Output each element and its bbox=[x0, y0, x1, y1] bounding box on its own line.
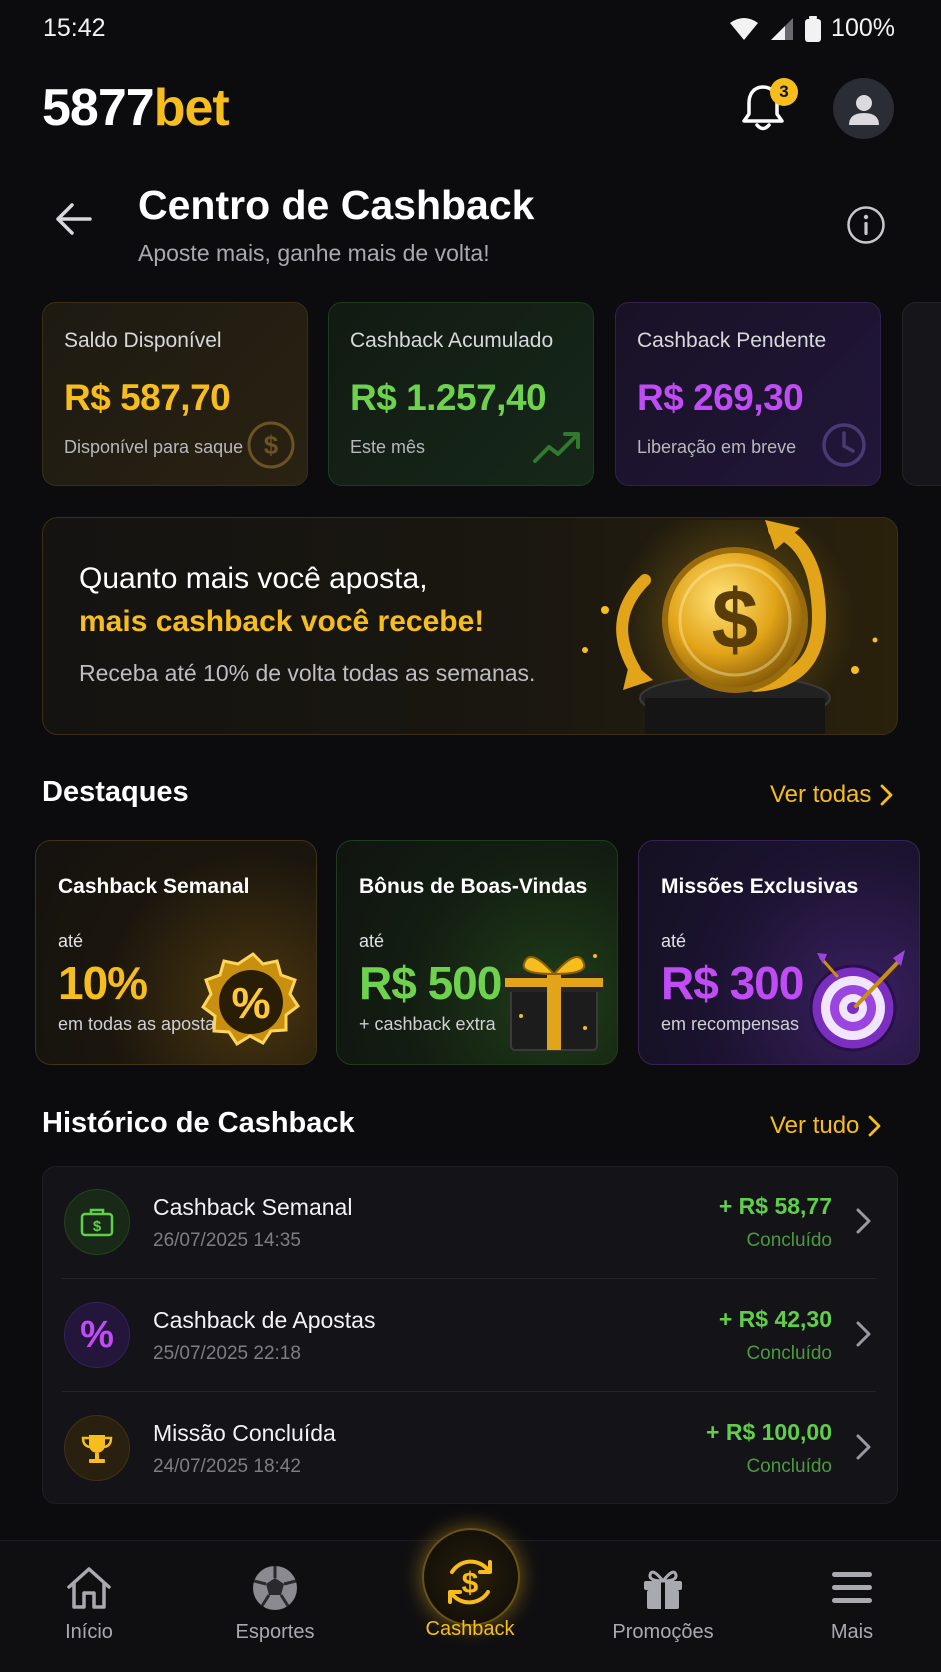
history-row-mission-completed[interactable]: Missão Concluída 24/07/2025 18:42 + R$ 1… bbox=[42, 1392, 898, 1504]
svg-text:$: $ bbox=[264, 430, 279, 460]
see-all-highlights-link[interactable]: Ver todas bbox=[770, 781, 893, 809]
history-row-weekly-cashback[interactable]: $ Cashback Semanal 26/07/2025 14:35 + R$… bbox=[42, 1166, 898, 1278]
nav-item-cashback[interactable]: $ Cashback bbox=[400, 1552, 540, 1641]
chevron-right-icon bbox=[856, 1208, 871, 1234]
nav-label: Cashback bbox=[425, 1618, 515, 1640]
svg-text:%: % bbox=[231, 979, 270, 1028]
highlights-title: Destaques bbox=[42, 776, 189, 808]
gift-icon bbox=[644, 1570, 682, 1609]
stat-label: Cashback Acumulado bbox=[350, 329, 554, 352]
info-icon bbox=[847, 206, 885, 244]
see-all-history-link[interactable]: Ver tudo bbox=[770, 1112, 881, 1140]
history-status: Concluído bbox=[746, 1456, 832, 1477]
cell-signal-icon bbox=[771, 17, 794, 40]
history-status: Concluído bbox=[746, 1230, 832, 1251]
history-title: Histórico de Cashback bbox=[42, 1107, 355, 1139]
target-icon bbox=[809, 950, 905, 1052]
history-icon-wrap bbox=[64, 1415, 130, 1481]
history-title: Cashback de Apostas bbox=[153, 1307, 376, 1333]
battery-icon bbox=[805, 15, 822, 42]
history-date: 26/07/2025 14:35 bbox=[153, 1230, 301, 1251]
history-amount: + R$ 42,30 bbox=[718, 1306, 832, 1332]
highlight-title: Bônus de Boas-Vindas bbox=[359, 875, 588, 898]
promo-headline: Quanto mais você aposta, bbox=[79, 562, 428, 595]
promo-description: Receba até 10% de volta todas as semanas… bbox=[79, 660, 536, 686]
avatar[interactable] bbox=[833, 78, 894, 139]
chevron-right-icon bbox=[856, 1434, 871, 1460]
highlight-title: Cashback Semanal bbox=[58, 875, 250, 898]
logo-accent: bet bbox=[153, 79, 230, 137]
chevron-right-icon bbox=[856, 1321, 871, 1347]
stat-card-next[interactable] bbox=[902, 302, 941, 486]
stat-value: R$ 587,70 bbox=[64, 377, 231, 418]
chevron-right-icon bbox=[881, 784, 893, 806]
trophy-icon bbox=[81, 1435, 113, 1463]
logo-primary: 5877 bbox=[42, 79, 155, 137]
nav-label: Esportes bbox=[235, 1621, 315, 1643]
stat-card-pending-cashback[interactable]: Cashback Pendente R$ 269,30 Liberação em… bbox=[615, 302, 881, 486]
percent-badge-icon: % bbox=[201, 952, 301, 1047]
info-button[interactable] bbox=[846, 205, 886, 245]
battery-percent: 100% bbox=[831, 14, 895, 42]
nav-item-sports[interactable]: Esportes bbox=[205, 1563, 345, 1644]
stat-label: Cashback Pendente bbox=[637, 329, 827, 352]
nav-label: Mais bbox=[830, 1621, 874, 1643]
svg-text:$: $ bbox=[712, 572, 759, 666]
back-button[interactable] bbox=[52, 198, 102, 248]
history-date: 24/07/2025 18:42 bbox=[153, 1456, 301, 1477]
highlight-card-exclusive-missions[interactable]: Missões Exclusivas até R$ 300 em recompe… bbox=[638, 840, 920, 1065]
stat-value: R$ 269,30 bbox=[637, 377, 804, 418]
see-all-label: Ver todas bbox=[770, 781, 872, 808]
brand-logo[interactable]: 5877bet bbox=[42, 78, 230, 138]
page-title: Centro de Cashback bbox=[138, 182, 535, 228]
percent-icon: % bbox=[80, 1313, 114, 1356]
highlight-card-weekly-cashback[interactable]: Cashback Semanal até 10% em todas as apo… bbox=[35, 840, 317, 1065]
history-title: Cashback Semanal bbox=[153, 1194, 353, 1220]
highlight-title: Missões Exclusivas bbox=[661, 875, 859, 898]
stat-value: R$ 1.257,40 bbox=[350, 377, 547, 418]
history-icon-wrap: % bbox=[64, 1302, 130, 1368]
history-status: Concluído bbox=[746, 1343, 832, 1364]
nav-label: Início bbox=[65, 1621, 113, 1643]
promo-highlight: mais cashback você recebe! bbox=[79, 605, 485, 638]
user-icon bbox=[848, 94, 879, 125]
dollar-coin-icon: $ bbox=[247, 421, 295, 469]
cashback-coin-icon: $ bbox=[582, 520, 878, 734]
nav-item-promotions[interactable]: Promoções bbox=[593, 1563, 733, 1644]
stat-card-available-balance[interactable]: Saldo Disponível R$ 587,70 Disponível pa… bbox=[42, 302, 308, 486]
history-amount: + R$ 58,77 bbox=[718, 1193, 832, 1219]
chevron-right-icon bbox=[869, 1115, 881, 1137]
status-time: 15:42 bbox=[43, 14, 106, 42]
svg-text:$: $ bbox=[462, 1567, 479, 1600]
home-icon bbox=[67, 1567, 111, 1609]
trend-up-icon bbox=[533, 432, 580, 463]
history-amount: + R$ 100,00 bbox=[706, 1419, 832, 1445]
history-title: Missão Concluída bbox=[153, 1420, 336, 1446]
nav-item-more[interactable]: Mais bbox=[782, 1563, 922, 1644]
cashback-icon: $ bbox=[448, 1559, 492, 1605]
status-indicators: 100% bbox=[729, 14, 895, 43]
nav-label: Promoções bbox=[612, 1621, 714, 1643]
clock-icon bbox=[822, 423, 866, 467]
history-row-bets-cashback[interactable]: % Cashback de Apostas 25/07/2025 22:18 +… bbox=[42, 1279, 898, 1391]
history-icon-wrap: $ bbox=[64, 1189, 130, 1255]
svg-text:$: $ bbox=[93, 1218, 102, 1235]
wifi-icon bbox=[730, 17, 759, 40]
see-all-label: Ver tudo bbox=[770, 1112, 860, 1139]
history-date: 25/07/2025 22:18 bbox=[153, 1343, 301, 1364]
arrow-left-icon bbox=[56, 203, 92, 235]
soccer-ball-icon bbox=[253, 1566, 297, 1610]
stat-label: Saldo Disponível bbox=[64, 329, 222, 352]
stat-card-accumulated-cashback[interactable]: Cashback Acumulado R$ 1.257,40 Este mês bbox=[328, 302, 594, 486]
gift-box-icon bbox=[505, 954, 603, 1051]
highlight-card-welcome-bonus[interactable]: Bônus de Boas-Vindas até R$ 500 + cashba… bbox=[336, 840, 618, 1065]
nav-item-home[interactable]: Início bbox=[19, 1563, 159, 1644]
notification-badge: 3 bbox=[770, 78, 798, 106]
wallet-dollar-icon: $ bbox=[80, 1208, 114, 1237]
page-subtitle: Aposte mais, ganhe mais de volta! bbox=[138, 240, 490, 266]
menu-icon bbox=[832, 1572, 872, 1603]
